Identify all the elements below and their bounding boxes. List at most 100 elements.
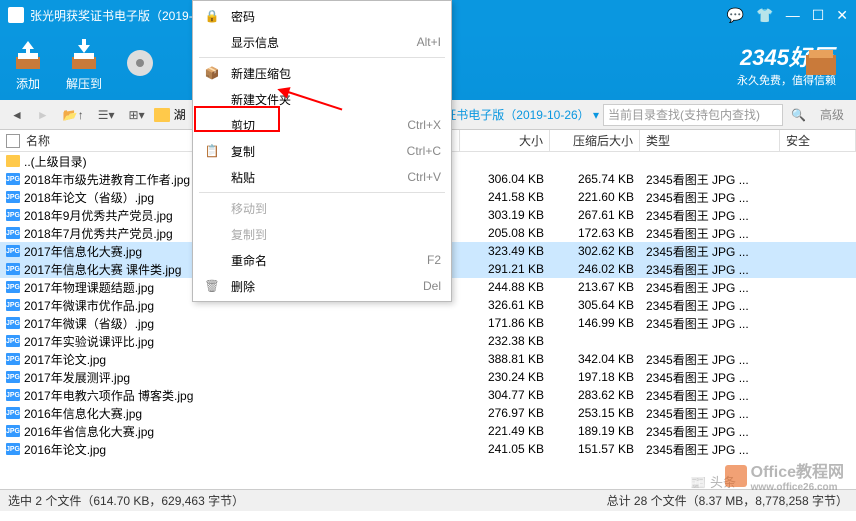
- search-input[interactable]: 当前目录查找(支持包内查找): [603, 104, 783, 126]
- header-compressed[interactable]: 压缩后大小: [550, 130, 640, 151]
- file-name: 2017年实验说课评比.jpg: [24, 333, 154, 350]
- app-icon: [8, 7, 24, 23]
- file-type: 2345看图王 JPG ...: [640, 207, 780, 224]
- file-size: 323.49 KB: [460, 244, 550, 258]
- file-compressed: 253.15 KB: [550, 406, 640, 420]
- file-compressed: 302.62 KB: [550, 244, 640, 258]
- file-size: 244.88 KB: [460, 280, 550, 294]
- brand-box-icon: [801, 40, 841, 80]
- file-name: ..(上级目录): [24, 153, 87, 170]
- jpg-icon: JPG: [6, 425, 20, 437]
- file-row[interactable]: JPG2017年微课（省级）.jpg171.86 KB146.99 KB2345…: [0, 314, 856, 332]
- menu-new-archive[interactable]: 📦新建压缩包: [195, 60, 449, 86]
- status-right: 总计 28 个文件（8.37 MB，8,778,258 字节）: [607, 492, 848, 509]
- file-row[interactable]: JPG2017年电教六项作品 博客类.jpg304.77 KB283.62 KB…: [0, 386, 856, 404]
- file-name: 2017年发展测评.jpg: [24, 369, 130, 386]
- minimize-button[interactable]: —: [786, 7, 800, 24]
- file-name: 2018年市级先进教育工作者.jpg: [24, 171, 190, 188]
- close-button[interactable]: ✕: [836, 7, 848, 24]
- file-size: 205.08 KB: [460, 226, 550, 240]
- jpg-icon: JPG: [6, 317, 20, 329]
- file-compressed: 221.60 KB: [550, 190, 640, 204]
- file-name: 2018年7月优秀共产党员.jpg: [24, 225, 173, 242]
- extract-button[interactable]: 解压到: [66, 39, 102, 92]
- file-name: 2017年论文.jpg: [24, 351, 106, 368]
- up-button[interactable]: 📂↑: [58, 105, 89, 125]
- menu-cut[interactable]: 剪切Ctrl+X: [195, 112, 449, 138]
- skin-icon[interactable]: 👕: [756, 7, 773, 24]
- file-size: 276.97 KB: [460, 406, 550, 420]
- toolbar-item-3[interactable]: [122, 47, 158, 83]
- file-type: 2345看图王 JPG ...: [640, 351, 780, 368]
- file-size: 232.38 KB: [460, 334, 550, 348]
- add-button[interactable]: 添加: [10, 39, 46, 92]
- menu-show-info[interactable]: 显示信息Alt+I: [195, 29, 449, 55]
- file-row[interactable]: JPG2017年论文.jpg388.81 KB342.04 KB2345看图王 …: [0, 350, 856, 368]
- file-size: 291.21 KB: [460, 262, 550, 276]
- forward-button[interactable]: ►: [32, 105, 54, 125]
- file-row[interactable]: JPG2016年论文.jpg241.05 KB151.57 KB2345看图王 …: [0, 440, 856, 458]
- file-type: 2345看图王 JPG ...: [640, 423, 780, 440]
- file-row[interactable]: JPG2016年信息化大赛.jpg276.97 KB253.15 KB2345看…: [0, 404, 856, 422]
- extract-icon: [66, 39, 102, 71]
- file-size: 303.19 KB: [460, 208, 550, 222]
- file-name: 2017年电教六项作品 博客类.jpg: [24, 387, 193, 404]
- select-all-checkbox[interactable]: [6, 134, 20, 148]
- file-name: 2017年微课市优作品.jpg: [24, 297, 154, 314]
- file-compressed: 283.62 KB: [550, 388, 640, 402]
- trash-icon: 🗑: [203, 277, 221, 295]
- lock-icon: 🔒: [203, 7, 221, 25]
- file-type: 2345看图王 JPG ...: [640, 297, 780, 314]
- back-button[interactable]: ◄: [6, 105, 28, 125]
- folder-icon: [154, 108, 170, 122]
- search-icon[interactable]: 🔍: [791, 108, 806, 122]
- breadcrumb-current[interactable]: 证书电子版（2019-10-26） ▾: [444, 106, 599, 123]
- jpg-icon: JPG: [6, 299, 20, 311]
- file-name: 2016年省信息化大赛.jpg: [24, 423, 154, 440]
- maximize-button[interactable]: ☐: [812, 7, 825, 24]
- jpg-icon: JPG: [6, 173, 20, 185]
- view-tree-button[interactable]: ⊞▾: [124, 105, 150, 125]
- file-compressed: 172.63 KB: [550, 226, 640, 240]
- add-label: 添加: [16, 75, 40, 92]
- file-row[interactable]: JPG 2017年实验说课评比.jpg 232.38 KB: [0, 332, 856, 350]
- watermark-icon: [725, 465, 747, 487]
- file-name: 2017年物理课题结题.jpg: [24, 279, 154, 296]
- file-name: 2017年信息化大赛 课件类.jpg: [24, 261, 181, 278]
- header-size[interactable]: 大小: [460, 130, 550, 151]
- header-type[interactable]: 类型: [640, 130, 780, 151]
- jpg-icon: JPG: [6, 335, 20, 347]
- view-list-button[interactable]: ☰▾: [93, 105, 120, 125]
- archive-icon: 📦: [203, 64, 221, 82]
- menu-separator: [199, 192, 445, 193]
- jpg-icon: JPG: [6, 353, 20, 365]
- advanced-button[interactable]: 高级: [814, 106, 850, 123]
- file-type: 2345看图王 JPG ...: [640, 405, 780, 422]
- menu-password[interactable]: 🔒密码: [195, 3, 449, 29]
- file-size: 241.58 KB: [460, 190, 550, 204]
- file-row[interactable]: JPG2016年省信息化大赛.jpg221.49 KB189.19 KB2345…: [0, 422, 856, 440]
- file-type: 2345看图王 JPG ...: [640, 441, 780, 458]
- file-name: 2018年9月优秀共产党员.jpg: [24, 207, 173, 224]
- chat-icon[interactable]: 💬: [727, 7, 744, 24]
- file-type: 2345看图王 JPG ...: [640, 315, 780, 332]
- brand-area: 2345好压 永久免费，值得信赖: [737, 40, 836, 88]
- breadcrumb-prefix: 湖: [174, 106, 186, 123]
- file-compressed: 246.02 KB: [550, 262, 640, 276]
- context-menu: 🔒密码 显示信息Alt+I 📦新建压缩包 新建文件夹 剪切Ctrl+X 📋复制C…: [192, 0, 452, 302]
- menu-copy[interactable]: 📋复制Ctrl+C: [195, 138, 449, 164]
- menu-rename[interactable]: 重命名F2: [195, 247, 449, 273]
- file-type: 2345看图王 JPG ...: [640, 369, 780, 386]
- file-name: 2016年论文.jpg: [24, 441, 106, 458]
- header-safe[interactable]: 安全: [780, 130, 856, 151]
- file-type: 2345看图王 JPG ...: [640, 261, 780, 278]
- menu-paste[interactable]: 粘贴Ctrl+V: [195, 164, 449, 190]
- file-size: 241.05 KB: [460, 442, 550, 456]
- menu-move-to: 移动到: [195, 195, 449, 221]
- menu-delete[interactable]: 🗑删除Del: [195, 273, 449, 299]
- menu-new-folder[interactable]: 新建文件夹: [195, 86, 449, 112]
- file-row[interactable]: JPG2017年发展测评.jpg230.24 KB197.18 KB2345看图…: [0, 368, 856, 386]
- copy-icon: 📋: [203, 142, 221, 160]
- file-size: 388.81 KB: [460, 352, 550, 366]
- jpg-icon: JPG: [6, 371, 20, 383]
